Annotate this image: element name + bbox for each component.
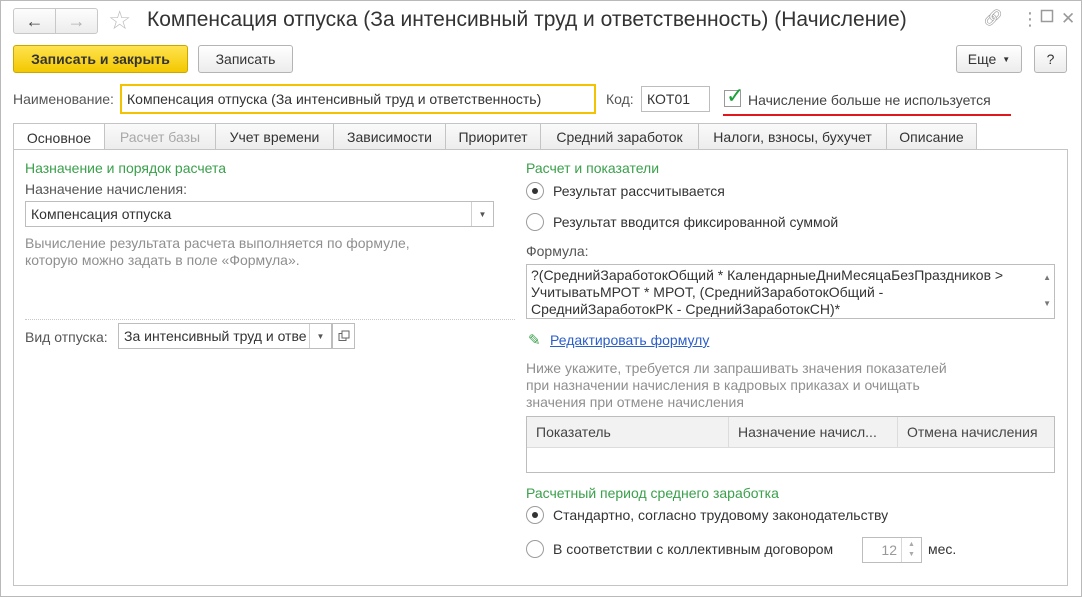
window-title: Компенсация отпуска (За интенсивный труд… (147, 8, 907, 31)
column-header-assignment[interactable]: Назначение начисл... (729, 417, 898, 447)
period-section-title: Расчетный период среднего заработка (526, 485, 779, 501)
dropdown-arrow-icon: ▼ (1002, 54, 1011, 64)
save-button[interactable]: Записать (198, 45, 293, 73)
leave-type-label: Вид отпуска: (25, 329, 108, 345)
tab-base-calc[interactable]: Расчет базы (104, 123, 216, 150)
tab-priority[interactable]: Приоритет (445, 123, 541, 150)
purpose-section-title: Назначение и порядок расчета (25, 160, 227, 176)
radio-result-fixed-label: Результат вводится фиксированной суммой (553, 214, 839, 230)
tab-main[interactable]: Основное (13, 123, 105, 151)
open-button[interactable] (332, 323, 355, 349)
months-value: 12 (881, 542, 897, 558)
note-line-3: значения при отмене начисления (526, 394, 744, 410)
formula-label: Формула: (526, 243, 589, 259)
more-label: Еще (967, 51, 997, 67)
purpose-value: Компенсация отпуска (31, 206, 172, 222)
scroll-up-icon[interactable]: ▲ (1043, 269, 1051, 286)
tab-description[interactable]: Описание (886, 123, 977, 150)
formula-textarea[interactable]: ?(СреднийЗаработокОбщий * КалендарныеДни… (526, 264, 1055, 319)
tab-average-earnings[interactable]: Средний заработок (540, 123, 699, 150)
help-button[interactable]: ? (1034, 45, 1067, 73)
leave-type-select[interactable]: За интенсивный труд и отве ▼ (118, 323, 332, 349)
radio-selected-dot (532, 512, 538, 518)
radio-selected-dot (532, 188, 538, 194)
table-header: Показатель Назначение начисл... Отмена н… (527, 417, 1054, 448)
tab-time-tracking[interactable]: Учет времени (215, 123, 334, 150)
column-header-indicator[interactable]: Показатель (527, 417, 729, 447)
radio-result-fixed[interactable] (526, 213, 544, 231)
name-field[interactable]: Компенсация отпуска (За интенсивный труд… (120, 84, 596, 114)
star-icon[interactable]: ☆ (108, 5, 131, 35)
note-line-2: при назначении начисления в кадровых при… (526, 377, 920, 393)
edit-formula-link[interactable]: Редактировать формулу (550, 332, 709, 348)
save-and-close-button[interactable]: Записать и закрыть (13, 45, 188, 73)
radio-period-collective-label: В соответствии с коллективным договором (553, 541, 834, 557)
purpose-label: Назначение начисления: (25, 181, 187, 197)
note-line-1: Ниже укажите, требуется ли запрашивать з… (526, 360, 947, 376)
unused-checkbox[interactable]: ✓ (724, 83, 744, 108)
close-icon[interactable]: ✕ (1061, 9, 1075, 29)
indicators-table[interactable]: Показатель Назначение начисл... Отмена н… (526, 416, 1055, 473)
checkmark-icon: ✓ (726, 83, 745, 108)
radio-result-calculated-label: Результат рассчитывается (553, 183, 725, 199)
column-header-cancellation[interactable]: Отмена начисления (898, 417, 1054, 447)
dropdown-arrow-icon[interactable]: ▼ (309, 324, 331, 348)
navigation-buttons: ← → (13, 8, 98, 34)
document-window: ← → ☆ Компенсация отпуска (За интенсивны… (0, 0, 1082, 597)
radio-period-standard-label: Стандартно, согласно трудовому законодат… (553, 507, 889, 523)
section-divider (25, 319, 515, 320)
stepper-down-icon[interactable]: ▼ (908, 550, 915, 560)
dropdown-arrow-icon[interactable]: ▼ (471, 202, 493, 226)
months-stepper[interactable]: 12 ▲ ▼ (862, 537, 922, 563)
unused-label[interactable]: Начисление больше не используется (748, 92, 991, 108)
purpose-select[interactable]: Компенсация отпуска ▼ (25, 201, 494, 227)
highlight-underline (723, 114, 1011, 116)
tab-bar: Основное Расчет базы Учет времени Зависи… (13, 123, 977, 151)
code-field[interactable]: КОТ01 (641, 86, 710, 112)
radio-period-collective[interactable] (526, 540, 544, 558)
formula-line: СреднийЗаработокРК - СреднийЗаработокСН)… (531, 301, 841, 317)
link-icon[interactable]: 🔗︎ (983, 9, 1003, 29)
open-icon (338, 330, 349, 341)
more-vertical-icon[interactable]: ⋮ (1021, 9, 1039, 29)
code-label: Код: (606, 91, 634, 107)
hint-line-1: Вычисление результата расчета выполняетс… (25, 235, 410, 251)
calc-section-title: Расчет и показатели (526, 160, 660, 176)
months-unit-label: мес. (928, 541, 957, 557)
hint-line-2: которую можно задать в поле «Формула». (25, 252, 300, 268)
stepper-up-icon[interactable]: ▲ (908, 540, 915, 550)
name-label: Наименование: (13, 91, 114, 107)
back-arrow-icon[interactable]: ← (14, 9, 55, 33)
radio-period-standard[interactable] (526, 506, 544, 524)
radio-result-calculated[interactable] (526, 182, 544, 200)
scroll-down-icon[interactable]: ▼ (1043, 295, 1051, 312)
pencil-icon: ✎ (528, 332, 541, 349)
maximize-icon[interactable] (1040, 9, 1054, 29)
leave-type-value: За интенсивный труд и отве (124, 328, 307, 344)
tab-dependencies[interactable]: Зависимости (333, 123, 446, 150)
formula-line: УчитыватьМРОТ * МРОТ, (СреднийЗаработокО… (531, 284, 884, 300)
tab-taxes[interactable]: Налоги, взносы, бухучет (698, 123, 887, 150)
forward-arrow-icon[interactable]: → (55, 9, 97, 33)
formula-line: ?(СреднийЗаработокОбщий * КалендарныеДни… (531, 267, 1004, 283)
more-menu-button[interactable]: Еще ▼ (956, 45, 1022, 73)
stepper-arrows[interactable]: ▲ ▼ (901, 538, 921, 562)
